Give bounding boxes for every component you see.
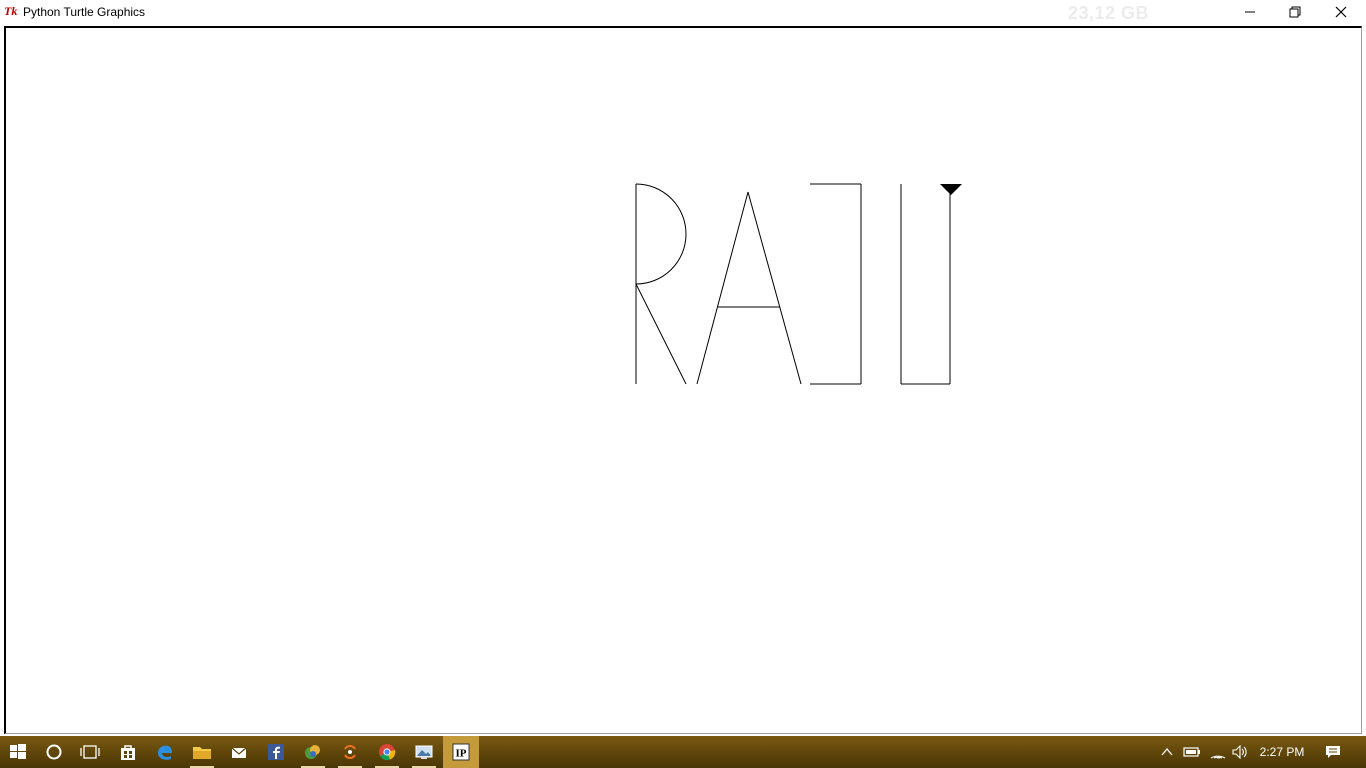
svg-text:IP: IP	[456, 748, 467, 760]
window-title: Python Turtle Graphics	[23, 5, 146, 19]
taskbar-clock[interactable]: 2:27 PM	[1254, 736, 1310, 768]
letter-j	[810, 183, 862, 385]
wifi-button[interactable]	[1207, 736, 1229, 768]
cortana-button[interactable]	[36, 736, 72, 768]
volume-button[interactable]	[1230, 736, 1252, 768]
title-bar: Tk Python Turtle Graphics 23,12 GB	[0, 0, 1366, 26]
task-view-button[interactable]	[72, 736, 108, 768]
store-button[interactable]	[110, 736, 146, 768]
facebook-icon	[268, 744, 284, 760]
wifi-icon	[1210, 755, 1226, 759]
start-button[interactable]	[0, 736, 36, 768]
task-view-icon	[80, 745, 100, 759]
volume-icon	[1232, 745, 1247, 759]
python-idle-icon: IP	[452, 743, 470, 761]
chrome-button[interactable]	[369, 736, 405, 768]
cortana-search-icon	[46, 744, 62, 760]
file-explorer-icon	[193, 747, 211, 759]
notification-button[interactable]	[1318, 736, 1348, 768]
battery-button[interactable]	[1181, 736, 1203, 768]
minimize-icon	[1245, 11, 1255, 13]
show-hidden-icons-button[interactable]	[1158, 736, 1176, 768]
notification-icon	[1326, 746, 1340, 758]
letter-r	[635, 183, 687, 385]
taskbar: IP 2:27 PM	[0, 736, 1366, 768]
chrome-icon	[379, 744, 396, 761]
photos-button[interactable]	[406, 736, 442, 768]
mail-button[interactable]	[221, 736, 257, 768]
facebook-button[interactable]	[258, 736, 294, 768]
letter-a	[696, 191, 802, 385]
python-idle-button[interactable]: IP	[443, 736, 479, 768]
file-explorer-button[interactable]	[184, 736, 220, 768]
restore-button[interactable]	[1272, 0, 1318, 24]
chevron-up-icon	[1161, 747, 1173, 756]
app-button-1[interactable]	[295, 736, 331, 768]
minimize-button[interactable]	[1227, 0, 1273, 24]
mail-icon	[231, 747, 247, 758]
edge-button[interactable]	[147, 736, 183, 768]
app-icon	[305, 745, 320, 759]
drawn-letters	[635, 183, 951, 385]
battery-icon	[1183, 747, 1200, 757]
windows-start-icon	[10, 744, 26, 759]
tk-logo-icon: Tk	[4, 4, 18, 18]
letter-u	[900, 184, 951, 385]
turtle-canvas-frame	[4, 26, 1362, 734]
store-icon	[121, 745, 135, 760]
edge-icon	[158, 745, 172, 760]
photos-icon	[415, 745, 433, 759]
faint-overlay-text: 23,12 GB	[1068, 3, 1150, 23]
turtle-canvas[interactable]	[6, 28, 1362, 734]
turtle-cursor-icon	[940, 184, 962, 195]
restore-icon	[1289, 6, 1301, 18]
app-icon-2	[344, 745, 356, 759]
close-icon	[1335, 6, 1347, 18]
app-button-2[interactable]	[332, 736, 368, 768]
close-button[interactable]	[1318, 0, 1364, 24]
